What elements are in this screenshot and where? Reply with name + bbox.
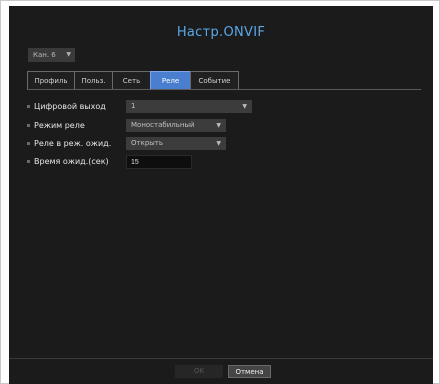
relay-mode-label: Режим реле (34, 121, 85, 130)
relay-idle-value: Открыть (131, 139, 163, 147)
tab-network[interactable]: Сеть (112, 71, 151, 90)
bullet-icon (27, 124, 30, 127)
tab-event[interactable]: Событие (190, 71, 239, 90)
relay-mode-select[interactable]: Моностабильный ▼ (126, 119, 226, 132)
channel-select[interactable]: Кан. 6 ▼ (28, 48, 75, 62)
setting-row-relay-idle: Реле в реж. ожид. Открыть ▼ (27, 137, 327, 151)
setting-row-digital-output: Цифровой выход 1 ▼ (27, 100, 327, 114)
dialog-title: Настр.ONVIF (176, 25, 266, 40)
cancel-button[interactable]: Отмена (228, 365, 271, 378)
wait-time-label: Время ожид.(сек) (34, 157, 109, 166)
footer-divider (9, 358, 433, 359)
chevron-down-icon: ▼ (216, 122, 221, 129)
tab-underline (27, 89, 421, 90)
setting-row-relay-mode: Режим реле Моностабильный ▼ (27, 119, 327, 133)
chevron-down-icon: ▼ (216, 140, 221, 147)
tab-profile[interactable]: Профиль (27, 71, 75, 90)
tab-relay[interactable]: Реле (150, 71, 191, 90)
wait-time-input[interactable] (126, 155, 192, 169)
chevron-down-icon: ▼ (242, 103, 247, 110)
bullet-icon (27, 160, 30, 163)
window-frame: Настр.ONVIF Кан. 6 ▼ Профиль Польз. Сеть… (0, 0, 440, 384)
tab-bar: Профиль Польз. Сеть Реле Событие (27, 71, 239, 90)
tab-users[interactable]: Польз. (74, 71, 113, 90)
relay-idle-select[interactable]: Открыть ▼ (126, 137, 226, 150)
chevron-down-icon: ▼ (66, 51, 71, 58)
ok-button[interactable]: OK (175, 365, 223, 378)
relay-mode-value: Моностабильный (131, 121, 195, 129)
digital-output-select[interactable]: 1 ▼ (126, 100, 252, 113)
setting-row-wait-time: Время ожид.(сек) (27, 155, 327, 169)
digital-output-label: Цифровой выход (34, 102, 106, 111)
relay-idle-label: Реле в реж. ожид. (34, 139, 112, 148)
digital-output-value: 1 (131, 102, 136, 110)
bullet-icon (27, 142, 30, 145)
onvif-settings-dialog: Настр.ONVIF Кан. 6 ▼ Профиль Польз. Сеть… (9, 6, 433, 384)
channel-select-value: Кан. 6 (33, 51, 56, 59)
bullet-icon (27, 105, 30, 108)
